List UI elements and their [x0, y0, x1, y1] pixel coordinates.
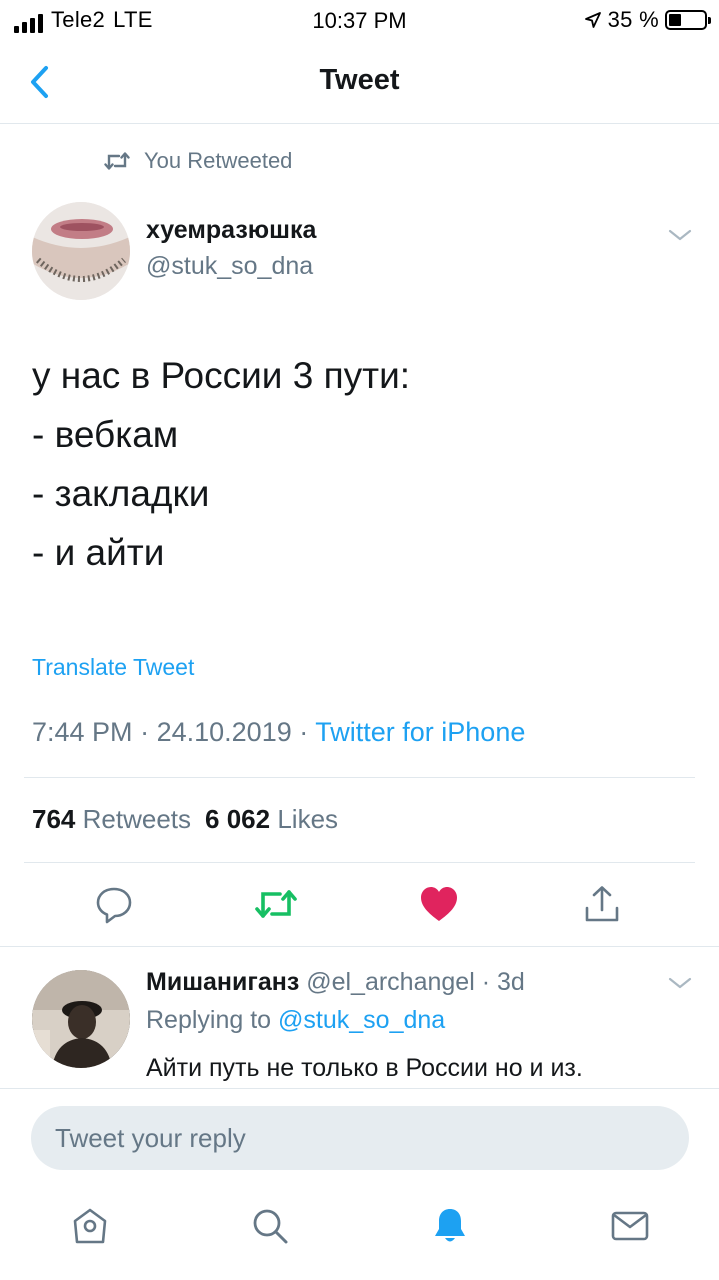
chevron-down-icon[interactable] [666, 226, 694, 244]
meta-separator: · [481, 968, 491, 996]
tab-search[interactable] [248, 1204, 292, 1248]
heart-icon [421, 887, 457, 921]
translate-tweet-link[interactable]: Translate Tweet [32, 654, 194, 681]
battery-icon [665, 10, 711, 30]
likes-count: 6 062 [205, 804, 271, 834]
page-title: Tweet [319, 64, 400, 96]
avatar-photo [32, 970, 130, 1068]
retweets-label: Retweets [82, 804, 192, 834]
replying-to-label: Replying to [146, 1006, 272, 1034]
chevron-down-icon[interactable] [666, 974, 694, 992]
divider [24, 862, 695, 863]
tab-messages[interactable] [608, 1204, 652, 1248]
reply-button[interactable] [92, 882, 136, 926]
reply-input[interactable] [31, 1106, 689, 1170]
like-button[interactable] [417, 882, 461, 926]
retweet-icon [104, 152, 130, 170]
tweet-line: - вебкам [32, 414, 179, 455]
likes-label: Likes [277, 804, 339, 834]
tweet-meta: 7:44 PM · 24.10.2019 · Twitter for iPhon… [32, 717, 525, 748]
divider [0, 946, 719, 947]
tweet-time: 7:44 PM [32, 717, 133, 747]
reply-text: Айти путь не только в России но и из. [146, 1054, 583, 1082]
retweet-context[interactable]: You Retweeted [104, 148, 292, 174]
nav-header: Tweet [0, 40, 719, 124]
tab-notifications[interactable] [428, 1204, 472, 1248]
divider [24, 777, 695, 778]
author-name[interactable]: хуемразюшка [146, 216, 316, 245]
tweet-date: 24.10.2019 [156, 717, 292, 747]
likes-stat[interactable]: 6 062 Likes [205, 804, 338, 834]
tab-home[interactable] [68, 1204, 112, 1248]
tweet-text: у нас в России 3 пути: - вебкам - заклад… [32, 346, 692, 582]
battery-percent: 35 % [607, 7, 659, 32]
retweet-button[interactable] [254, 882, 298, 926]
reply-author-handle[interactable]: @el_archangel [306, 968, 475, 996]
author-avatar[interactable] [32, 202, 130, 300]
search-icon [253, 1209, 288, 1244]
reply-author-name[interactable]: Мишаниганз [146, 968, 299, 996]
tweet-line: - закладки [32, 473, 210, 514]
tweet-line: - и айти [32, 532, 165, 573]
location-arrow-icon [584, 12, 601, 28]
author-handle[interactable]: @stuk_so_dna [146, 252, 313, 281]
reply-composer[interactable] [31, 1106, 689, 1170]
share-button[interactable] [580, 882, 624, 926]
reply-author-avatar[interactable] [32, 970, 130, 1068]
notifications-icon [435, 1209, 465, 1242]
share-icon [585, 886, 619, 922]
reply-age: 3d [496, 968, 525, 996]
meta-separator: · [140, 717, 150, 747]
status-bar: Tele2 LTE 10:37 PM 35 % [0, 0, 719, 40]
retweet-icon [255, 890, 297, 918]
battery-level-fill [669, 14, 681, 26]
meta-separator: · [299, 717, 309, 747]
avatar-photo [32, 202, 130, 300]
replying-to-mention[interactable]: @stuk_so_dna [278, 1006, 445, 1034]
reply-icon [96, 887, 132, 924]
replying-to: Replying to @stuk_so_dna [146, 1006, 445, 1035]
messages-icon [611, 1211, 649, 1241]
tweet-stats: 764 Retweets 6 062 Likes [32, 804, 338, 835]
retweets-stat[interactable]: 764 Retweets [32, 804, 191, 834]
retweets-count: 764 [32, 804, 76, 834]
tab-bar [0, 1192, 719, 1280]
home-icon [73, 1208, 107, 1244]
reply-header: Мишаниганз @el_archangel · 3d [146, 968, 525, 997]
tweet-detail-screen: Tele2 LTE 10:37 PM 35 % Tweet You Retwee… [0, 0, 719, 1280]
tweet-line: у нас в России 3 пути: [32, 355, 411, 396]
status-right: 35 % [584, 7, 711, 33]
retweet-context-label: You Retweeted [144, 148, 293, 173]
tweet-source-link[interactable]: Twitter for iPhone [315, 717, 525, 747]
